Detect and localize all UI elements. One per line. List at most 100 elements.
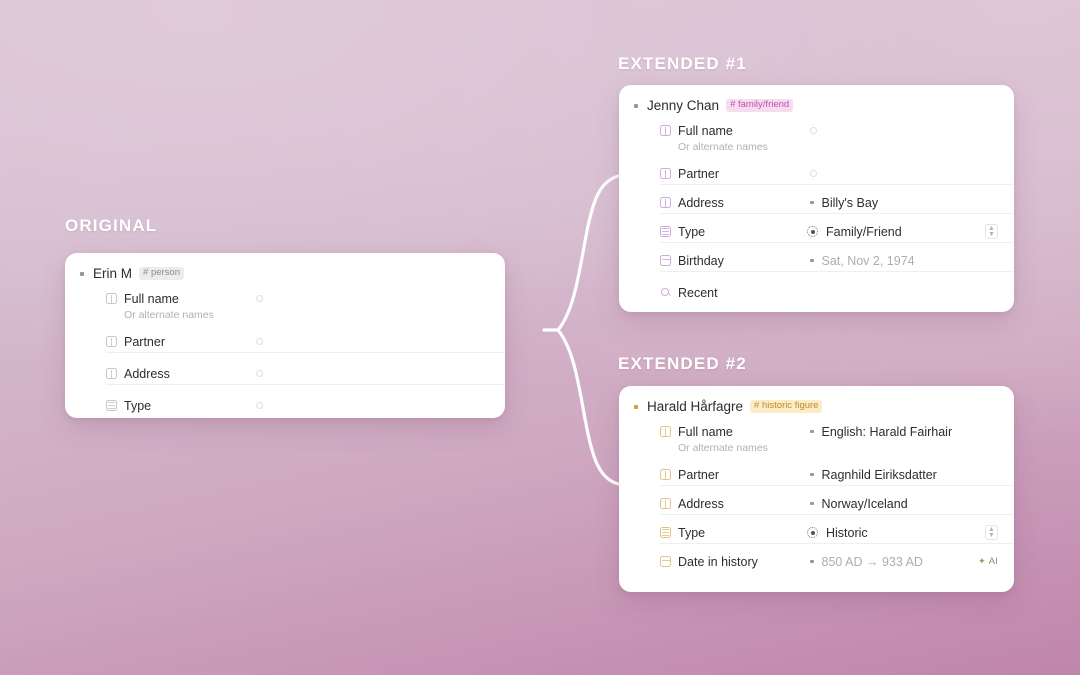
property-row-address[interactable]: Address Norway/Iceland: [660, 492, 1014, 515]
ai-badge[interactable]: ✦ AI: [978, 556, 998, 567]
property-row-full-name[interactable]: Full name: [106, 287, 489, 310]
empty-value-indicator[interactable]: [256, 402, 263, 409]
page-icon: [106, 293, 117, 304]
value-text: English: Harald Fairhair: [821, 424, 953, 439]
property-value[interactable]: [252, 338, 489, 345]
property-name: Full name: [660, 425, 806, 439]
calendar-icon: [660, 556, 671, 567]
property-label: Full name: [678, 424, 733, 439]
property-row-partner[interactable]: Partner Ragnhild Eiriksdatter: [660, 463, 1014, 486]
property-row-address[interactable]: Address Billy's Bay: [660, 191, 1014, 214]
property-label: Birthday: [678, 253, 724, 268]
property-sublabel: Or alternate names: [678, 442, 768, 454]
empty-value-indicator[interactable]: [810, 170, 817, 177]
property-value[interactable]: [806, 127, 998, 134]
property-row-full-name[interactable]: Full name: [660, 119, 998, 142]
card-title-row[interactable]: Jenny Chan # family/friend: [632, 96, 998, 119]
property-name: Type: [660, 526, 806, 540]
empty-value-indicator[interactable]: [256, 338, 263, 345]
property-list: Full name Or alternate names Partner Add…: [78, 287, 505, 417]
page-icon: [106, 368, 117, 379]
page-icon: [106, 336, 117, 347]
property-name: Address: [106, 367, 252, 381]
property-sublabel: Or alternate names: [124, 309, 214, 321]
property-name: Address: [660, 497, 806, 511]
card-title: Harald Hårfagre: [647, 399, 744, 414]
property-label: Partner: [678, 166, 719, 181]
chevron-down-icon: ▼: [988, 230, 995, 238]
empty-value-indicator[interactable]: [256, 370, 263, 377]
value-bullet-icon: [810, 429, 814, 434]
property-row-type[interactable]: Type Historic ▲ ▼: [660, 521, 1014, 544]
property-value[interactable]: Norway/Iceland: [806, 497, 998, 511]
value-bullet-icon: [810, 559, 814, 564]
card-original[interactable]: Erin M # person Full name Or alternate n…: [65, 253, 505, 418]
grid-icon: [106, 400, 117, 411]
page-icon: [660, 498, 671, 509]
property-value[interactable]: [252, 370, 489, 377]
property-label: Address: [678, 496, 724, 511]
property-name: Recent: [660, 286, 806, 300]
property-value[interactable]: English: Harald Fairhair: [806, 425, 998, 439]
card-title-row[interactable]: Harald Hårfagre # historic figure: [632, 397, 998, 420]
property-value[interactable]: Historic ▲ ▼: [806, 525, 998, 540]
value-bullet-icon: [810, 501, 814, 506]
card-tag[interactable]: # person: [139, 266, 184, 281]
empty-value-indicator[interactable]: [256, 295, 263, 302]
card-tag[interactable]: # historic figure: [750, 399, 823, 414]
value-bullet-icon: [810, 472, 814, 477]
property-value[interactable]: [806, 170, 998, 177]
section-label-original: ORIGINAL: [65, 216, 158, 235]
bullet-icon: [80, 271, 84, 276]
property-value[interactable]: Family/Friend ▲ ▼: [806, 224, 998, 239]
value-text: Family/Friend: [826, 224, 902, 239]
property-value[interactable]: [252, 295, 489, 302]
value-bullet-icon: [810, 200, 814, 205]
property-label: Full name: [678, 123, 733, 138]
property-name: Partner: [660, 167, 806, 181]
property-label: Recent: [678, 285, 718, 300]
select-stepper-icon[interactable]: ▲ ▼: [985, 224, 998, 239]
property-label: Date in history: [678, 554, 758, 569]
property-row-date-in-history[interactable]: Date in history 850 AD → 933 AD ✦ AI: [660, 550, 998, 573]
chevron-down-icon: ▼: [988, 531, 995, 539]
value-bullet-icon: [810, 258, 814, 263]
property-list: Full name English: Harald Fairhair Or al…: [632, 420, 1014, 573]
search-icon: [660, 287, 671, 298]
card-title: Jenny Chan: [647, 98, 720, 113]
grid-icon: [660, 226, 671, 237]
radio-selected-icon: [807, 527, 818, 538]
property-name: Date in history: [660, 555, 806, 569]
property-value[interactable]: Ragnhild Eiriksdatter: [806, 468, 998, 482]
card-extended-2[interactable]: Harald Hårfagre # historic figure Full n…: [619, 386, 1014, 592]
property-value[interactable]: Sat, Nov 2, 1974: [806, 254, 998, 268]
property-row-type[interactable]: Type: [106, 394, 489, 417]
property-row-full-name[interactable]: Full name English: Harald Fairhair: [660, 420, 998, 443]
property-name: Type: [106, 399, 252, 413]
property-label: Address: [678, 195, 724, 210]
card-tag[interactable]: # family/friend: [726, 98, 794, 113]
property-row-partner[interactable]: Partner: [106, 330, 505, 353]
empty-value-indicator[interactable]: [810, 127, 817, 134]
page-icon: [660, 469, 671, 480]
property-row-address[interactable]: Address: [106, 362, 505, 385]
card-extended-1[interactable]: Jenny Chan # family/friend Full name Or …: [619, 85, 1014, 312]
value-text: Sat, Nov 2, 1974: [821, 253, 915, 268]
page-icon: [660, 125, 671, 136]
property-value[interactable]: 850 AD → 933 AD ✦ AI: [806, 555, 998, 569]
grid-icon: [660, 527, 671, 538]
canvas: ORIGINAL EXTENDED #1 EXTENDED #2 Erin M …: [0, 0, 1080, 675]
property-row-recent[interactable]: Recent: [660, 281, 998, 304]
property-sublabel: Or alternate names: [678, 141, 768, 153]
property-row-birthday[interactable]: Birthday Sat, Nov 2, 1974: [660, 249, 1014, 272]
property-row-type[interactable]: Type Family/Friend ▲ ▼: [660, 220, 1014, 243]
property-row-partner[interactable]: Partner: [660, 162, 1014, 185]
property-name: Partner: [660, 468, 806, 482]
select-stepper-icon[interactable]: ▲ ▼: [985, 525, 998, 540]
property-value[interactable]: [252, 402, 489, 409]
card-title-row[interactable]: Erin M # person: [78, 264, 489, 287]
property-value[interactable]: Billy's Bay: [806, 196, 998, 210]
calendar-icon: [660, 255, 671, 266]
